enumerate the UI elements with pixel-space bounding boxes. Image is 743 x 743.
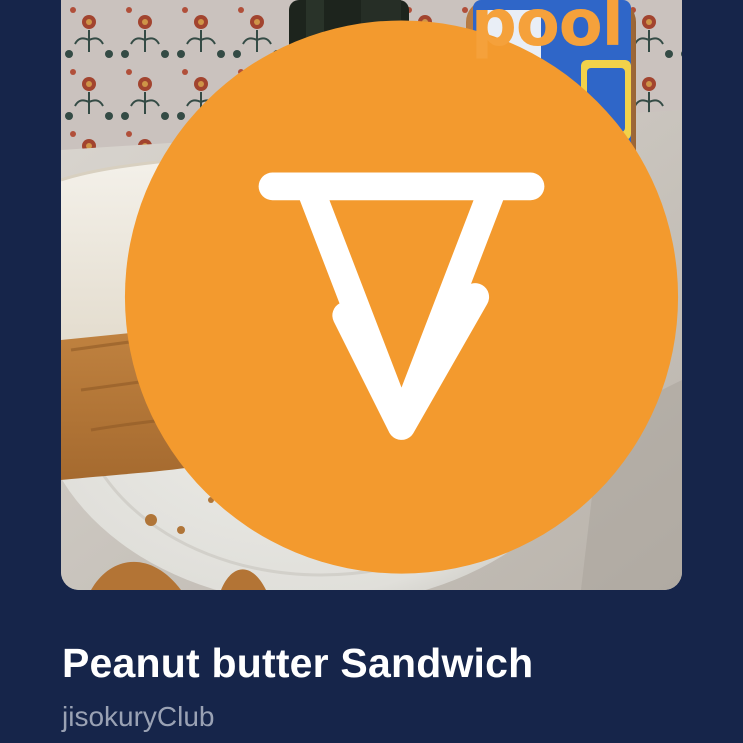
jar-label-text: pool xyxy=(471,0,624,61)
app-logo-icon xyxy=(124,20,679,574)
post-author[interactable]: jisokuryClub xyxy=(62,701,215,733)
post-title[interactable]: Peanut butter Sandwich xyxy=(62,640,533,687)
post-photo[interactable]: pool xyxy=(61,0,682,590)
